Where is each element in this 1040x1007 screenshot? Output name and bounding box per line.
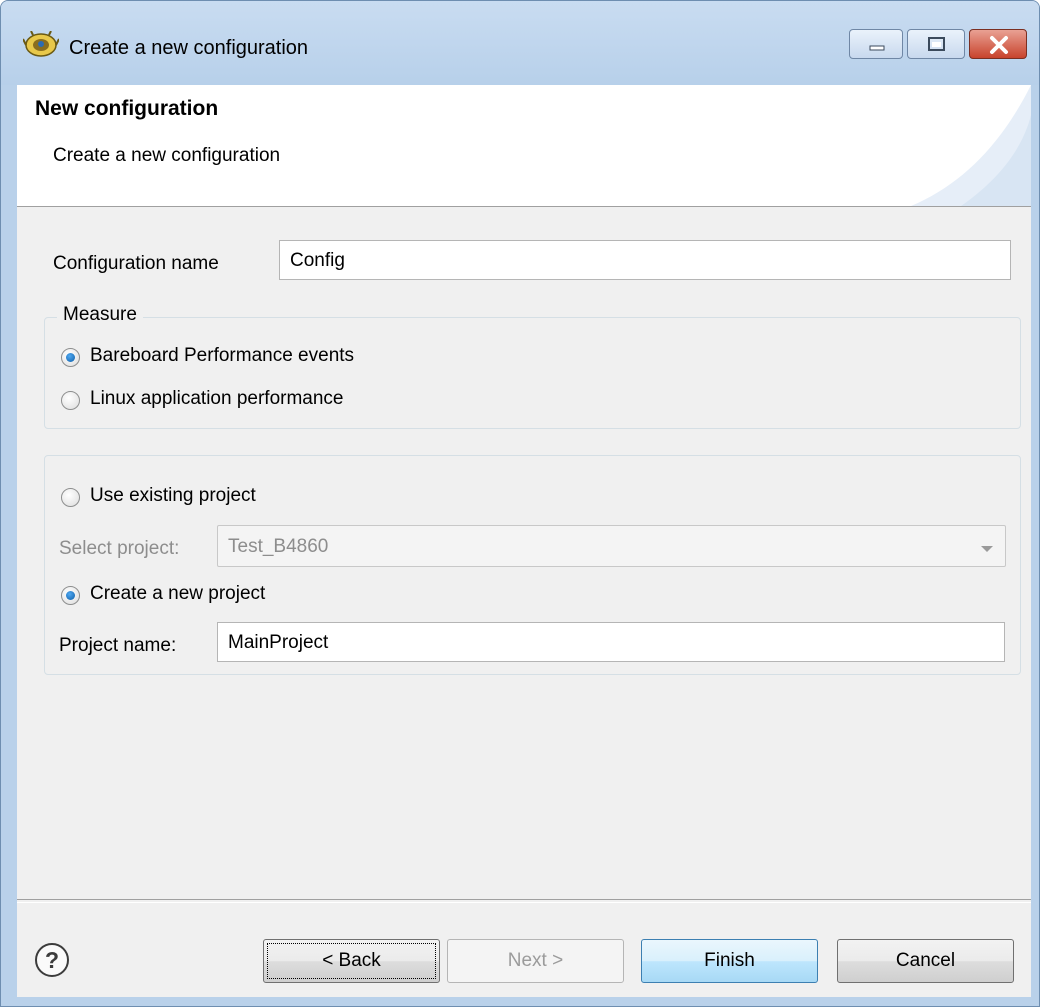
config-name-label: Configuration name (53, 253, 219, 274)
project-name-label: Project name: (59, 635, 177, 656)
dialog-content: New configuration Create a new configura… (17, 85, 1031, 997)
create-new-label[interactable]: Create a new project (90, 583, 265, 605)
use-existing-radio[interactable] (61, 488, 80, 507)
bareboard-label[interactable]: Bareboard Performance events (90, 345, 354, 367)
create-new-radio[interactable] (61, 586, 80, 605)
linux-app-label[interactable]: Linux application performance (90, 388, 344, 410)
window-title: Create a new configuration (69, 37, 309, 59)
app-icon (23, 31, 59, 57)
title-bar[interactable]: Create a new configuration (1, 1, 1039, 85)
minimize-icon (869, 45, 885, 51)
use-existing-label[interactable]: Use existing project (90, 485, 256, 507)
measure-group (44, 317, 1021, 429)
project-name-input[interactable]: MainProject (217, 622, 1005, 662)
header-banner-graphic (911, 85, 1031, 206)
footer-separator (17, 899, 1031, 903)
select-project-value: Test_B4860 (228, 536, 329, 557)
page-description: Create a new configuration (53, 145, 281, 166)
help-icon[interactable]: ? (35, 943, 69, 977)
maximize-button[interactable] (907, 29, 965, 59)
close-icon (990, 36, 1008, 54)
back-button[interactable]: < Back (263, 939, 440, 983)
measure-group-title: Measure (57, 304, 143, 326)
config-name-input[interactable]: Config (279, 240, 1011, 280)
next-button[interactable]: Next > (447, 939, 624, 983)
cancel-button[interactable]: Cancel (837, 939, 1014, 983)
maximize-icon (928, 37, 945, 51)
wizard-header: New configuration Create a new configura… (17, 85, 1031, 207)
chevron-down-icon (981, 546, 993, 552)
finish-button[interactable]: Finish (641, 939, 818, 983)
select-project-label: Select project: (59, 538, 180, 559)
bareboard-radio[interactable] (61, 348, 80, 367)
dialog-window: Create a new configuration New configura… (0, 0, 1040, 1007)
close-button[interactable] (969, 29, 1027, 59)
page-title: New configuration (35, 97, 219, 120)
select-project-dropdown[interactable]: Test_B4860 (217, 525, 1006, 567)
linux-app-radio[interactable] (61, 391, 80, 410)
minimize-button[interactable] (849, 29, 903, 59)
